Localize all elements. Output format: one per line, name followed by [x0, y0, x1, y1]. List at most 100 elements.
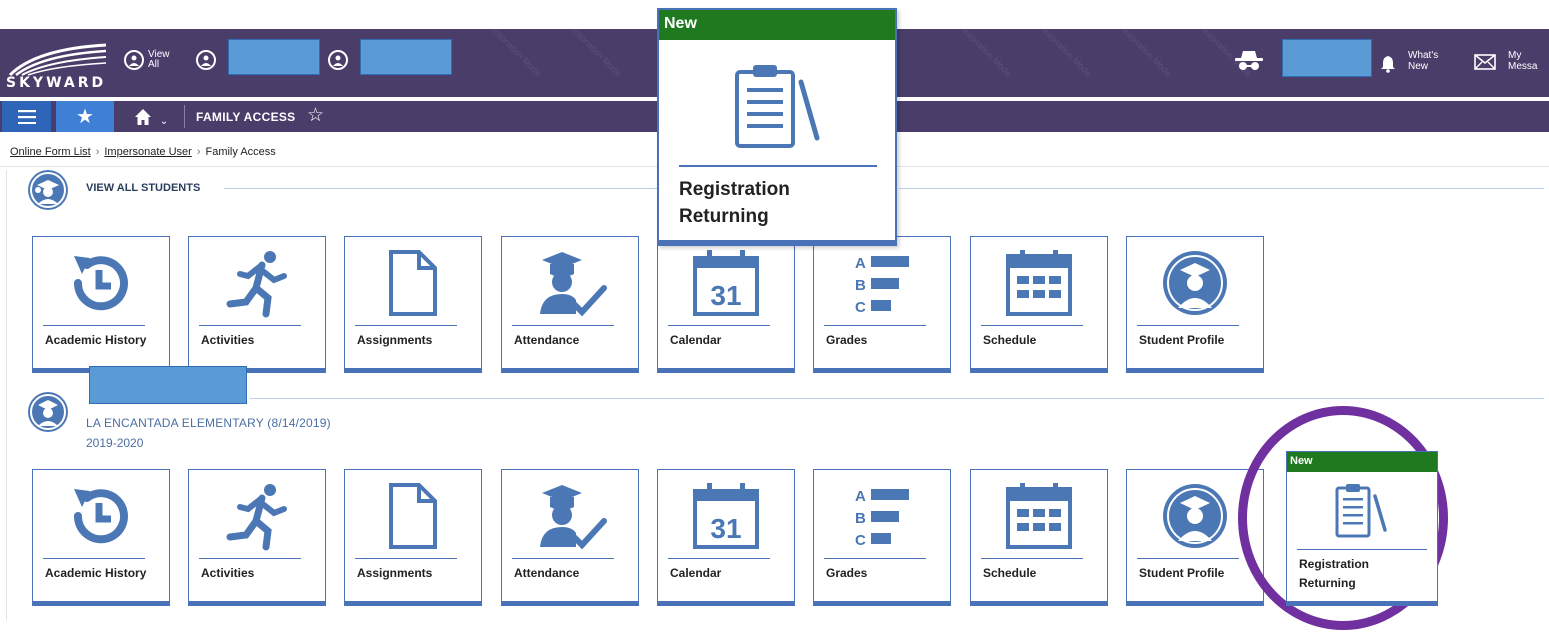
document-icon [389, 483, 437, 549]
tile-label-line1: Registration [1299, 557, 1370, 571]
student-group-icon [28, 170, 68, 210]
tile-divider [1297, 549, 1427, 550]
bell-icon[interactable] [1380, 55, 1396, 73]
tile-attendance[interactable]: Attendance [501, 469, 639, 606]
section-divider [899, 188, 1544, 189]
school-name: LA ENCANTADA ELEMENTARY (8/14/2019) [86, 416, 331, 430]
breadcrumb-family-access: Family Access [205, 146, 276, 158]
breadcrumb-online-form-list[interactable]: Online Form List [10, 146, 91, 158]
tile-divider [1137, 558, 1239, 559]
student-avatar-icon [196, 50, 216, 70]
breadcrumb-separator: › [196, 146, 201, 158]
skyward-logo[interactable]: SKYWARD [6, 41, 114, 91]
tile-divider [824, 558, 926, 559]
tile-divider [512, 325, 614, 326]
section-divider [250, 398, 1544, 399]
clipboard-icon [1335, 484, 1387, 538]
tile-assignments[interactable]: Assignments [344, 236, 482, 373]
tile-calendar[interactable]: 31 Calendar [657, 236, 795, 373]
view-all-label-2: All [148, 59, 160, 70]
tile-attendance[interactable]: Attendance [501, 236, 639, 373]
schedule-icon [1006, 250, 1072, 316]
grade-letter-b: B [855, 510, 866, 527]
tile-calendar[interactable]: 31 Calendar [657, 469, 795, 606]
clipboard-icon [735, 65, 820, 148]
tile-schedule[interactable]: Schedule [970, 236, 1108, 373]
tile-schedule[interactable]: Schedule [970, 469, 1108, 606]
tile-label-line1: Registration [679, 179, 790, 200]
whats-new-label-1: What's [1408, 50, 1439, 61]
whats-new-link[interactable]: What's New [1408, 50, 1438, 72]
tile-label: Schedule [983, 566, 1037, 580]
tile-divider [199, 325, 301, 326]
star-icon: ★ [76, 106, 94, 128]
registration-zoom-callout[interactable]: New Registration Returning [657, 8, 897, 246]
redacted-student-name [228, 39, 320, 75]
tile-divider [43, 558, 145, 559]
calendar-day-number: 31 [710, 513, 741, 544]
tile-activities[interactable]: Activities [188, 469, 326, 606]
tile-registration-returning[interactable]: New Registration Returning [1286, 451, 1438, 606]
logo-text: SKYWARD [6, 75, 107, 91]
tile-label: Schedule [983, 333, 1037, 347]
grade-letter-c: C [855, 532, 866, 549]
menu-button[interactable] [2, 101, 51, 132]
tile-label: Academic History [45, 566, 147, 580]
student-switch-button-2[interactable] [328, 50, 348, 70]
tile-divider [355, 325, 457, 326]
breadcrumb: Online Form List › Impersonate User › Family… [10, 146, 276, 158]
home-button[interactable]: ⌄ [120, 101, 182, 132]
tile-label: Calendar [670, 566, 722, 580]
document-icon [389, 250, 437, 316]
watermark: Impersonation Mode [948, 29, 1014, 79]
grade-letter-c: C [855, 299, 866, 316]
messages-label-2: Messa [1508, 61, 1538, 72]
tile-academic-history[interactable]: Academic History [32, 236, 170, 373]
tile-label: Assignments [357, 566, 433, 580]
tile-grades[interactable]: A B C Grades [813, 236, 951, 373]
tile-activities[interactable]: Activities [188, 236, 326, 373]
calendar-icon: 31 [693, 483, 759, 549]
tile-label: Calendar [670, 333, 722, 347]
star-outline-icon[interactable]: ☆ [307, 104, 324, 127]
whats-new-label-2: New [1408, 61, 1429, 72]
student-switch-button-1[interactable] [196, 50, 216, 70]
tile-assignments[interactable]: Assignments [344, 469, 482, 606]
schedule-icon [1006, 483, 1072, 549]
tile-label-line2: Returning [1299, 576, 1356, 590]
history-icon [73, 489, 128, 544]
student-avatar-icon [28, 392, 68, 432]
section-divider [224, 188, 658, 189]
tile-label-line2: Returning [679, 206, 769, 227]
page-title: FAMILY ACCESS [196, 110, 296, 124]
breadcrumb-impersonate-user[interactable]: Impersonate User [104, 146, 191, 158]
tile-divider [43, 325, 145, 326]
my-messages-link[interactable]: My Messa [1508, 50, 1537, 72]
nav-divider [184, 105, 185, 128]
mail-icon[interactable] [1474, 54, 1496, 70]
tile-label: Attendance [514, 333, 580, 347]
history-icon [73, 256, 128, 311]
tile-divider [668, 325, 770, 326]
redacted-student-name [89, 366, 247, 404]
chevron-down-icon[interactable]: ⌄ [160, 116, 168, 127]
tile-grades[interactable]: A B C Grades [813, 469, 951, 606]
tile-student-profile[interactable]: Student Profile [1126, 236, 1264, 373]
messages-label-1: My [1508, 50, 1522, 61]
home-icon [134, 108, 151, 125]
favorites-button[interactable]: ★ [56, 101, 114, 132]
tile-label: Student Profile [1139, 333, 1225, 347]
hamburger-icon [17, 109, 36, 124]
tile-divider [668, 558, 770, 559]
tile-divider [679, 165, 877, 167]
tile-divider [981, 558, 1083, 559]
section-title-all-students: VIEW ALL STUDENTS [86, 182, 201, 194]
calendar-day-number: 31 [710, 280, 741, 311]
tile-academic-history[interactable]: Academic History [32, 469, 170, 606]
grade-letter-b: B [855, 277, 866, 294]
running-icon [226, 484, 287, 551]
tile-divider [355, 558, 457, 559]
grade-letter-a: A [855, 488, 866, 505]
watermark: Impersonation Mode [478, 29, 544, 79]
view-all-button[interactable]: View All [124, 50, 170, 70]
